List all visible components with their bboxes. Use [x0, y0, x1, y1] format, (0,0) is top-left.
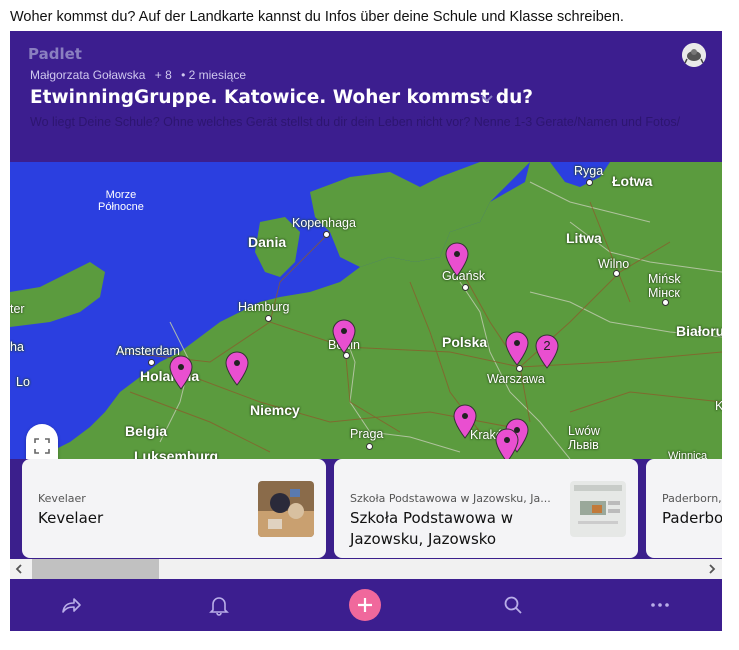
map-label-edge-ter: ter	[10, 302, 25, 316]
map-pin-icon[interactable]	[224, 351, 250, 387]
post-time: • 2 miesiące	[181, 68, 246, 82]
map-city-dot	[148, 359, 155, 366]
map-label-edge-k: K	[715, 399, 722, 413]
map-label-bialorus: Białoruś	[676, 323, 722, 339]
map-city-dot	[366, 443, 373, 450]
post-card[interactable]: Kevelaer Kevelaer	[22, 459, 326, 558]
post-card-title: Kevelaer	[38, 509, 104, 527]
page-caption: Woher kommst du? Auf der Landkarte kanns…	[10, 9, 624, 25]
padlet-description: Wo liegt Deine Schule? Ohne welches Gerä…	[30, 115, 681, 129]
map-label-niemcy: Niemcy	[250, 402, 300, 418]
chevron-left-icon[interactable]	[14, 564, 24, 574]
map-label-belgia: Belgia	[125, 423, 168, 439]
map-label-praga: Praga	[350, 427, 384, 441]
padlet-logo[interactable]: Padlet	[28, 45, 82, 63]
post-card[interactable]: Szkoła Podstawowa w Jazowsku, Ja... Szko…	[334, 459, 638, 558]
scrollbar-thumb[interactable]	[32, 559, 159, 579]
post-meta: Małgorzata Goławska + 8 • 2 miesiące	[30, 68, 252, 82]
horizontal-scrollbar[interactable]	[10, 559, 722, 579]
map-pin-icon[interactable]	[331, 319, 357, 355]
search-icon[interactable]	[502, 594, 524, 616]
map-pin-icon[interactable]	[444, 242, 470, 278]
map-city-dot	[265, 315, 272, 322]
post-card[interactable]: Paderborn, ... Paderbo	[646, 459, 722, 558]
post-card-title: Paderbo	[662, 509, 722, 527]
fullscreen-icon[interactable]	[32, 436, 52, 456]
padlet-title[interactable]: EtwinningGruppe. Katowice. Woher kommst …	[30, 87, 533, 108]
bell-icon[interactable]	[208, 594, 230, 616]
post-card-thumbnail	[570, 481, 626, 537]
map-city-dot	[613, 270, 620, 277]
map-label-lotwa: Łotwa	[612, 173, 653, 189]
map-label-edge-lo: Lo	[16, 375, 30, 389]
padlet-header: Padlet Małgorzata Goławska + 8 • 2 miesi…	[10, 31, 722, 162]
chevron-down-icon[interactable]	[480, 92, 494, 106]
cluster-count: 2	[543, 338, 551, 353]
map-label-luksemburg: Luksemburg	[134, 448, 219, 459]
map-pin-icon[interactable]	[168, 355, 194, 391]
map-label-edge-ha: ha	[10, 340, 24, 354]
map-pin-cluster[interactable]: 2	[534, 334, 560, 370]
map-label-lwow: Lwów Львів	[568, 424, 600, 452]
chevron-right-icon[interactable]	[707, 564, 717, 574]
map-city-dot	[323, 231, 330, 238]
share-icon[interactable]	[60, 594, 82, 616]
map-label-hamburg: Hamburg	[238, 300, 290, 314]
map-label-polska: Polska	[442, 334, 488, 350]
bottom-toolbar	[10, 579, 722, 631]
map-city-dot	[462, 284, 469, 291]
map-label-litwa: Litwa	[566, 230, 602, 246]
map-pin-icon[interactable]	[452, 404, 478, 440]
map-view[interactable]: Morze Północne Ryga Łotwa Dania Kopenhag…	[10, 162, 722, 459]
map-pin-icon[interactable]	[504, 331, 530, 367]
padlet-embed: Padlet Małgorzata Goławska + 8 • 2 miesi…	[10, 31, 722, 631]
post-card-subtitle: Szkoła Podstawowa w Jazowsku, Ja...	[350, 492, 551, 505]
map-label-winnica: Winnica	[668, 450, 708, 459]
map-label-warszawa: Warszawa	[487, 372, 545, 386]
map-label-ryga: Ryga	[574, 164, 604, 178]
post-card-thumbnail	[258, 481, 314, 537]
map-pin-icon[interactable]	[494, 428, 520, 459]
map-city-dot	[586, 179, 593, 186]
add-post-button[interactable]	[349, 589, 381, 621]
user-avatar[interactable]	[682, 43, 706, 67]
map-city-dot	[662, 299, 669, 306]
map-label-dania: Dania	[248, 234, 287, 250]
contributors-count[interactable]: + 8	[155, 68, 172, 82]
zoom-controls	[26, 424, 58, 459]
more-options-icon[interactable]	[649, 594, 671, 616]
map-label-morze: Morze Północne	[98, 189, 144, 213]
map-label-minsk: Mińsk Мінск	[648, 272, 681, 300]
post-cards-carousel[interactable]: Kevelaer Kevelaer Szkoła Podstawowa w Ja…	[10, 459, 722, 559]
post-card-title: Szkoła Podstawowa w Jazowsku, Jazowsko	[350, 509, 513, 548]
map-label-kopenhaga: Kopenhaga	[292, 216, 356, 230]
post-card-subtitle: Paderborn, ...	[662, 492, 722, 505]
map-label-wilno: Wilno	[598, 257, 630, 271]
post-card-subtitle: Kevelaer	[38, 492, 86, 505]
plus-icon	[358, 598, 372, 612]
author-name[interactable]: Małgorzata Goławska	[30, 68, 145, 82]
